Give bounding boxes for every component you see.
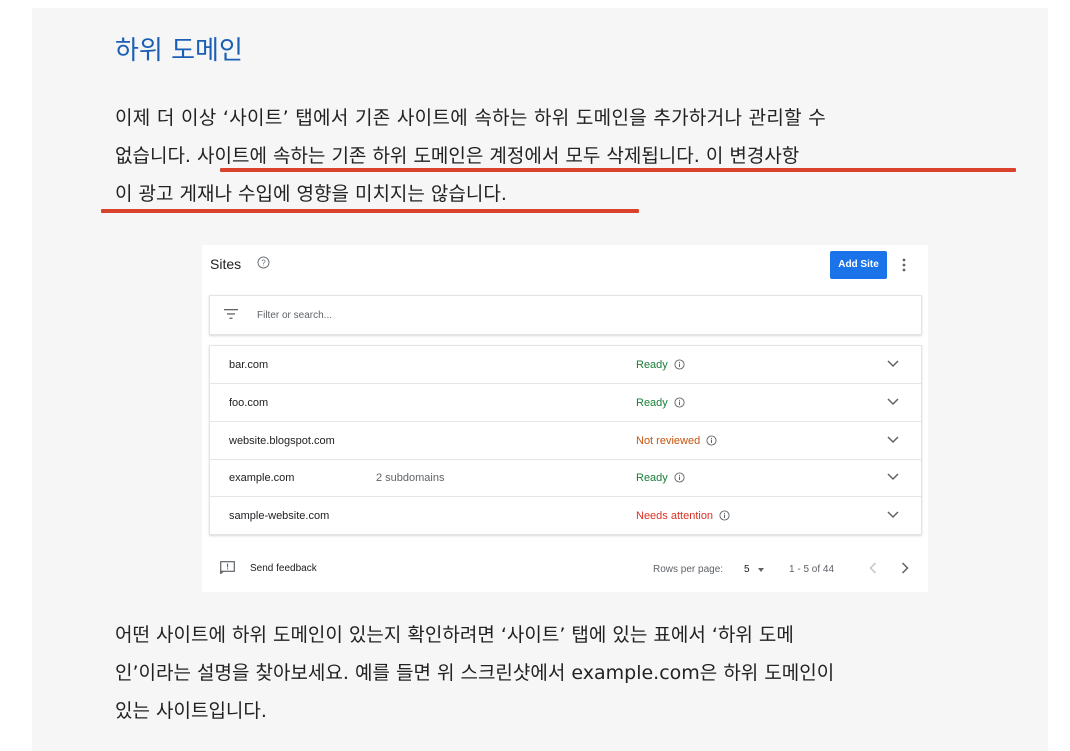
chevron-right-icon[interactable] — [901, 562, 909, 574]
table-row[interactable]: website.blogspot.com Not reviewed — [210, 422, 921, 460]
site-status-text: Ready — [636, 472, 668, 484]
paragraph-intro-line-2-emphasis: 사이트에 속하는 기존 하위 도메인은 계정에서 모두 삭제됩니다. 이 변경사… — [197, 145, 800, 167]
paragraph-intro-line-3: 이 광고 게재나 수입에 영향을 미치지는 않습니다. — [115, 183, 507, 205]
chevron-left-icon[interactable] — [869, 562, 877, 574]
chevron-down-icon[interactable] — [887, 473, 899, 481]
site-name: example.com — [229, 472, 295, 484]
chevron-down-icon[interactable] — [887, 511, 899, 519]
table-row[interactable]: bar.com Ready — [210, 346, 921, 384]
highlight-underline-1 — [220, 168, 1016, 172]
filter-search-input[interactable] — [257, 306, 557, 324]
paragraph-explanation-line-3: 있는 사이트입니다. — [115, 700, 267, 722]
paragraph-explanation-line-1: 어떤 사이트에 하위 도메인이 있는지 확인하려면 ‘사이트’ 탭에 있는 표에… — [115, 624, 794, 646]
sites-table: bar.com Ready foo.com Ready website.blog… — [209, 345, 922, 535]
pagination-range: 1 - 5 of 44 — [789, 564, 835, 575]
add-site-button[interactable]: Add Site — [830, 251, 887, 279]
subdomain-count: 2 subdomains — [376, 472, 445, 484]
paragraph-intro-line-2-plain: 없습니다. — [115, 145, 197, 167]
highlight-underline-2 — [101, 209, 639, 213]
site-status: Ready — [636, 358, 685, 372]
sites-screenshot: Sites ? Add Site bar.com Ready foo.com R… — [202, 245, 928, 592]
site-status: Not reviewed — [636, 434, 717, 448]
site-status-text: Ready — [636, 359, 668, 371]
table-row[interactable]: foo.com Ready — [210, 384, 921, 422]
more-vert-icon[interactable] — [900, 255, 908, 275]
table-row[interactable]: example.com 2 subdomains Ready — [210, 459, 921, 497]
info-icon[interactable] — [706, 435, 717, 446]
site-status: Needs attention — [636, 509, 730, 523]
site-name: sample-website.com — [229, 510, 330, 522]
rows-per-page-select[interactable]: 5 — [744, 563, 750, 576]
section-heading: 하위 도메인 — [115, 36, 243, 66]
site-status: Ready — [636, 396, 685, 410]
caret-down-icon[interactable] — [758, 568, 764, 572]
feedback-icon[interactable] — [220, 561, 235, 574]
table-row[interactable]: sample-website.com Needs attention — [210, 497, 921, 534]
send-feedback-link[interactable]: Send feedback — [250, 562, 317, 575]
site-name: bar.com — [229, 359, 269, 371]
chevron-down-icon[interactable] — [887, 360, 899, 368]
site-name: foo.com — [229, 397, 269, 409]
info-icon[interactable] — [674, 359, 685, 370]
site-status-text: Needs attention — [636, 510, 714, 522]
filter-bar[interactable] — [209, 295, 922, 335]
paragraph-explanation-line-2: 인’이라는 설명을 찾아보세요. 예를 들면 위 스크린샷에서 example.… — [115, 662, 835, 684]
svg-text:?: ? — [261, 259, 266, 268]
site-name: website.blogspot.com — [229, 435, 335, 447]
paragraph-intro-line-1: 이제 더 이상 ‘사이트’ 탭에서 기존 사이트에 속하는 하위 도메인을 추가… — [115, 107, 827, 129]
info-icon[interactable] — [719, 510, 730, 521]
info-icon[interactable] — [674, 397, 685, 408]
site-status: Ready — [636, 471, 685, 485]
rows-per-page-label: Rows per page: — [653, 564, 724, 575]
info-icon[interactable] — [674, 472, 685, 483]
help-icon[interactable]: ? — [257, 256, 270, 269]
site-status-text: Ready — [636, 397, 668, 409]
sites-title: Sites — [210, 256, 242, 272]
paragraph-intro: 이제 더 이상 ‘사이트’ 탭에서 기존 사이트에 속하는 하위 도메인을 추가… — [115, 99, 826, 213]
chevron-down-icon[interactable] — [887, 398, 899, 406]
filter-icon[interactable] — [224, 308, 238, 320]
paragraph-explanation: 어떤 사이트에 하위 도메인이 있는지 확인하려면 ‘사이트’ 탭에 있는 표에… — [115, 616, 834, 730]
chevron-down-icon[interactable] — [887, 436, 899, 444]
site-status-text: Not reviewed — [636, 435, 701, 447]
